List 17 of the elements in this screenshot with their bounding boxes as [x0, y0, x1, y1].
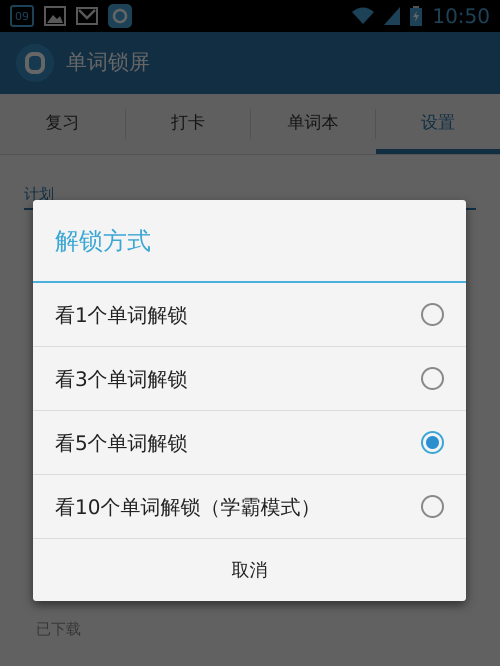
mail-icon [76, 7, 98, 25]
app-icon [108, 4, 132, 28]
app-logo-icon [16, 44, 54, 82]
battery-icon [410, 6, 422, 26]
section-header: 计划 [24, 184, 54, 205]
clock-time: 10:50 [432, 3, 490, 30]
app-title: 单词锁屏 [66, 49, 150, 76]
gallery-icon [44, 6, 66, 26]
radio-option[interactable]: 看3个单词解锁 [33, 347, 466, 411]
radio-option[interactable]: 看1个单词解锁 [33, 283, 466, 347]
cancel-button[interactable]: 取消 [33, 539, 466, 601]
radio-option[interactable]: 看10个单词解锁（学霸模式） [33, 475, 466, 539]
wifi-icon [352, 7, 374, 25]
radio-option[interactable]: 看5个单词解锁 [33, 411, 466, 475]
dialog-title: 解锁方式 [55, 226, 151, 256]
signal-icon [384, 7, 400, 25]
calendar-icon: 09 [10, 5, 34, 27]
